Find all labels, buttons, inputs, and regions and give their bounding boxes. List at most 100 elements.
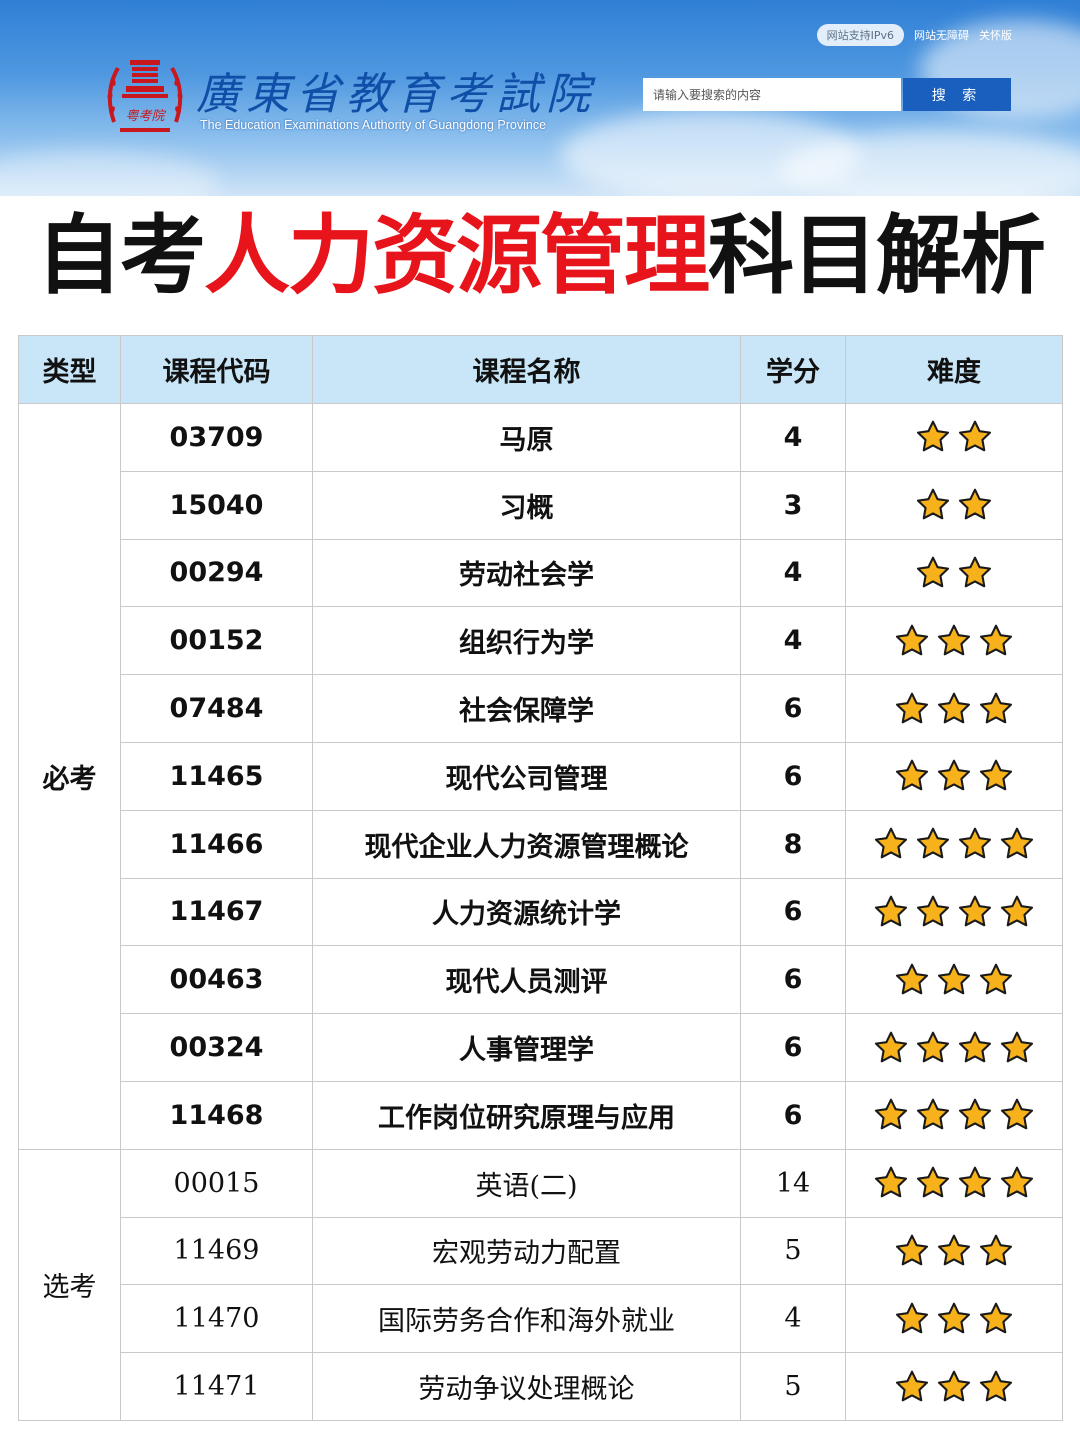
course-name: 劳动争议处理概论	[312, 1352, 741, 1421]
star-icon	[916, 421, 950, 452]
course-name: 英语(二)	[312, 1148, 741, 1218]
course-name: 劳动社会学	[312, 538, 741, 608]
star-icon	[937, 692, 971, 723]
header-code: 课程代码	[120, 335, 313, 404]
star-group	[894, 1301, 1014, 1337]
star-icon	[937, 1302, 971, 1334]
course-name: 宏观劳动力配置	[312, 1216, 741, 1286]
course-code: 00463	[120, 945, 313, 1015]
table-row: 00152 组织行为学 4	[19, 606, 1063, 676]
star-icon	[874, 827, 908, 859]
top-links: 网站支持IPv6 网站无障碍 关怀版	[816, 24, 1012, 46]
star-group	[915, 419, 993, 455]
star-group	[894, 1369, 1014, 1405]
ipv6-badge[interactable]: 网站支持IPv6	[816, 24, 904, 46]
table-row: 00324 人事管理学 6	[19, 1013, 1063, 1082]
star-icon	[874, 1166, 908, 1198]
headline-prefix: 自考	[36, 206, 206, 306]
course-credits: 6	[740, 741, 846, 811]
star-group	[915, 487, 993, 523]
course-credits: 5	[740, 1216, 846, 1286]
course-code: 00152	[120, 606, 313, 676]
star-icon	[895, 963, 929, 995]
headline-suffix: 科目解析	[708, 206, 1046, 306]
course-credits: 6	[740, 1080, 846, 1150]
star-icon	[916, 827, 950, 859]
star-group	[873, 894, 1035, 930]
subjects-table: 类型 课程代码 课程名称 学分 难度 必考 03709 马原 4 15040 习概 3 002…	[18, 335, 1063, 1421]
course-code: 11466	[120, 809, 313, 879]
star-group	[873, 1165, 1035, 1201]
star-icon	[916, 895, 950, 927]
star-icon	[937, 1370, 971, 1401]
star-icon	[916, 1099, 950, 1130]
star-icon	[1000, 1166, 1034, 1198]
star-icon	[895, 624, 929, 656]
course-code: 07484	[120, 674, 313, 743]
course-code: 03709	[120, 403, 313, 472]
star-icon	[874, 1031, 908, 1062]
course-code: 11471	[120, 1352, 313, 1421]
table-body: 必考 03709 马原 4 15040 习概 3 00294 劳动社会学 4 00152 组织行为学 4…	[18, 403, 1063, 1421]
table-row: 11468 工作岗位研究原理与应用 6	[19, 1080, 1063, 1150]
star-group	[873, 1030, 1035, 1066]
star-icon	[937, 760, 971, 791]
emblem-text: 粤考院	[125, 108, 166, 124]
star-group	[894, 1233, 1014, 1269]
accessible-link[interactable]: 网站无障碍	[914, 27, 969, 43]
star-icon	[916, 488, 950, 520]
difficulty-rating	[845, 674, 1063, 743]
star-group	[873, 1097, 1035, 1133]
difficulty-rating	[845, 1080, 1063, 1150]
course-credits: 6	[740, 1013, 846, 1082]
search-input[interactable]	[643, 78, 901, 111]
course-credits: 6	[740, 674, 846, 743]
search-button[interactable]: 搜 索	[903, 78, 1011, 111]
course-name: 工作岗位研究原理与应用	[312, 1080, 741, 1150]
course-name: 马原	[312, 403, 741, 472]
header-name: 课程名称	[312, 335, 741, 404]
course-name: 现代人员测评	[312, 945, 741, 1015]
star-icon	[1000, 1099, 1034, 1130]
star-icon	[958, 827, 992, 859]
course-name: 人事管理学	[312, 1013, 741, 1082]
star-icon	[874, 1099, 908, 1130]
type-cell: 选考	[18, 1148, 121, 1421]
difficulty-rating	[845, 809, 1063, 879]
star-icon	[979, 1370, 1013, 1401]
star-group	[873, 826, 1035, 862]
difficulty-rating	[845, 1284, 1063, 1354]
table-row: 00463 现代人员测评 6	[19, 945, 1063, 1015]
table-row: 11471 劳动争议处理概论 5	[19, 1352, 1063, 1421]
table-row: 11467 人力资源统计学 6	[19, 877, 1063, 947]
difficulty-rating	[845, 1352, 1063, 1421]
course-code: 15040	[120, 470, 313, 540]
star-icon	[916, 1031, 950, 1062]
table-header-row: 类型 课程代码 课程名称 学分 难度	[18, 335, 1063, 404]
table-row: 11465 现代公司管理 6	[19, 741, 1063, 811]
header-type: 类型	[18, 335, 121, 404]
star-icon	[895, 1370, 929, 1401]
course-name: 现代企业人力资源管理概论	[312, 809, 741, 879]
table-row: 11466 现代企业人力资源管理概论 8	[19, 809, 1063, 879]
emblem-logo-icon[interactable]: 粤考院	[104, 52, 186, 142]
course-name: 习概	[312, 470, 741, 540]
star-icon	[979, 1234, 1013, 1266]
star-icon	[895, 692, 929, 723]
star-group	[894, 962, 1014, 998]
headline-major: 人力资源管理	[204, 206, 710, 306]
care-version-link[interactable]: 关怀版	[979, 27, 1012, 43]
star-icon	[1000, 827, 1034, 859]
course-name: 现代公司管理	[312, 741, 741, 811]
site-header: 粤考院 廣東省教育考試院 The Education Examinations …	[0, 0, 1080, 196]
difficulty-rating	[845, 1148, 1063, 1218]
star-icon	[958, 488, 992, 520]
site-title[interactable]: 廣東省教育考試院	[196, 58, 596, 122]
type-cell: 必考	[18, 403, 121, 1150]
header-credits: 学分	[740, 335, 846, 404]
star-icon	[958, 556, 992, 588]
star-icon	[895, 1234, 929, 1266]
course-name: 人力资源统计学	[312, 877, 741, 947]
star-group	[894, 623, 1014, 659]
site-subtitle: The Education Examinations Authority of …	[200, 118, 547, 132]
